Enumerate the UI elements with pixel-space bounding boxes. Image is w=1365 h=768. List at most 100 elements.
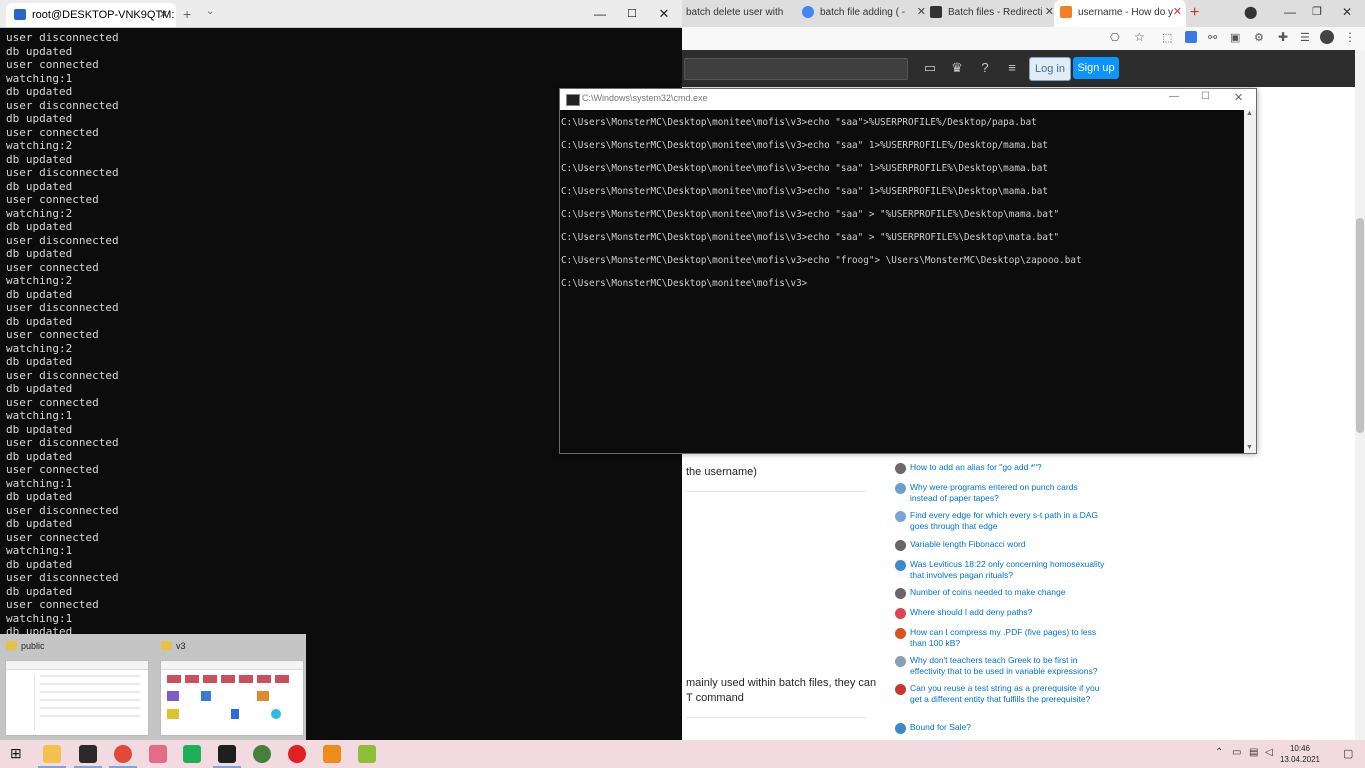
answer-text: the username) — [686, 466, 757, 478]
close-tab-icon[interactable]: ✕ — [917, 0, 926, 25]
menu-icon[interactable]: ⋮ — [1344, 30, 1356, 44]
close-window-icon[interactable]: ✕ — [1342, 0, 1352, 25]
tab-label: Batch files - Redirecti — [948, 7, 1043, 18]
login-button[interactable]: Log in — [1029, 57, 1071, 81]
terminal-line: watching:2 — [6, 206, 73, 220]
system-clock[interactable]: 10:46 13.04.2021 — [1279, 743, 1321, 765]
folder-icon — [161, 641, 172, 650]
battery-icon[interactable]: ▭ — [1232, 747, 1241, 758]
terminal-line: db updated — [6, 314, 73, 328]
related-question-link[interactable]: Find every edge for which every s-t path… — [895, 510, 1105, 532]
new-tab-icon[interactable]: + — [183, 6, 191, 22]
cmd-scrollbar[interactable]: ▲ ▼ — [1244, 110, 1256, 453]
terminal-lines: user disconnected db updated user connecte… — [6, 31, 119, 639]
terminal-line: db updated — [6, 112, 73, 125]
scroll-down-icon[interactable]: ▼ — [1246, 444, 1253, 451]
minimize-icon[interactable]: — — [593, 7, 607, 21]
question-title: How to add an alias for "go add *"? — [910, 462, 1042, 472]
question-title: Was Leviticus 18:22 only concerning homo… — [910, 559, 1105, 580]
help-icon[interactable]: ? — [977, 61, 993, 75]
browser-tab[interactable]: Batch files - Redirecti ✕ — [926, 0, 1058, 25]
inbox-icon[interactable]: ▭ — [922, 61, 938, 75]
cmd-window[interactable]: C:\Windows\system32\cmd.exe — ☐ ✕ C:\Use… — [559, 88, 1257, 454]
folder-icon — [6, 641, 17, 650]
extension-icon[interactable]: ⬚ — [1162, 31, 1172, 44]
cmd-line: C:\Users\MonsterMC\Desktop\monitee\mofis… — [561, 232, 1060, 243]
tab-label: username - How do y — [1078, 7, 1174, 18]
puzzle-icon[interactable]: ✚ — [1278, 30, 1288, 44]
signup-button[interactable]: Sign up — [1073, 57, 1119, 79]
terminal-line: user disconnected — [6, 233, 119, 247]
reading-list-icon[interactable]: ☰ — [1300, 31, 1310, 44]
question-title: Why were programs entered on punch cards… — [910, 482, 1078, 503]
taskbar — [0, 740, 1365, 768]
minimize-icon[interactable]: — — [1169, 91, 1179, 102]
chrome-icon[interactable] — [114, 745, 132, 763]
site-icon — [895, 684, 906, 695]
scrollbar-thumb[interactable] — [1356, 218, 1364, 433]
close-icon[interactable]: ✕ — [1234, 91, 1243, 104]
windows-start-icon[interactable]: ⊞ — [10, 745, 22, 762]
related-question-link[interactable]: Why don't teachers teach Greek to be fir… — [895, 655, 1105, 677]
minimize-icon[interactable]: — — [1284, 0, 1296, 25]
clock-time: 10:46 — [1289, 744, 1311, 753]
close-tab-icon[interactable]: ✕ — [159, 3, 168, 27]
browser-tab[interactable]: batch delete user with — [686, 0, 796, 25]
maximize-icon[interactable]: ❐ — [1312, 0, 1322, 25]
window-thumbnail-public[interactable]: public — [0, 634, 150, 740]
extension-badge-icon[interactable] — [1185, 31, 1197, 43]
terminal-tab[interactable]: root@DESKTOP-VNK9QTM: /ho ✕ — [6, 3, 176, 45]
tab-search-icon[interactable]: ⬤ — [1244, 0, 1257, 25]
extension-icon[interactable]: ▣ — [1230, 31, 1240, 44]
network-icon[interactable]: ▤ — [1249, 747, 1258, 758]
chevron-up-icon[interactable]: ⌃ — [1215, 747, 1223, 758]
related-question-link[interactable]: How can I compress my .PDF (five pages) … — [895, 627, 1105, 649]
app-icon[interactable] — [288, 745, 306, 763]
close-tab-icon[interactable]: ✕ — [1173, 0, 1182, 25]
window-thumbnail-v3[interactable]: v3 — [155, 634, 305, 740]
notepad-icon[interactable] — [358, 745, 376, 763]
thumbnail-label: public — [21, 641, 45, 651]
site-switcher-icon[interactable]: ≡ — [1004, 61, 1020, 75]
scroll-up-icon[interactable]: ▲ — [1246, 110, 1253, 117]
nodejs-icon[interactable] — [253, 745, 271, 763]
notifications-icon[interactable]: ▢ — [1343, 747, 1353, 760]
thumbnail-preview — [160, 660, 304, 736]
search-input[interactable] — [684, 58, 908, 80]
extension-icon[interactable]: ⚯ — [1208, 31, 1217, 44]
related-question-link[interactable]: Can you reuse a test string as a prerequ… — [895, 683, 1105, 716]
close-icon[interactable]: ✕ — [657, 7, 671, 21]
new-tab-button[interactable]: + — [1190, 0, 1206, 25]
translate-icon[interactable]: ⎔ — [1110, 31, 1120, 44]
maximize-icon[interactable]: ☐ — [1201, 91, 1210, 102]
terminal-titlebar: root@DESKTOP-VNK9QTM: /ho ✕ + ⌄ — ☐ ✕ — [0, 0, 682, 45]
question-title: Find every edge for which every s-t path… — [910, 510, 1099, 531]
sublime-text-icon[interactable] — [323, 745, 341, 763]
profile-avatar[interactable] — [1320, 30, 1334, 44]
volume-icon[interactable]: ◁ — [1265, 747, 1273, 758]
related-question-link[interactable]: Was Leviticus 18:22 only concerning homo… — [895, 559, 1105, 581]
terminal-line: watching:1 — [6, 544, 73, 557]
app-icon[interactable] — [183, 745, 201, 763]
achievements-icon[interactable]: ♛ — [949, 61, 965, 75]
question-title: How can I compress my .PDF (five pages) … — [910, 627, 1097, 648]
browser-toolbar: ⎔ ☆ ⬚ ⚯ ▣ ⚙ ✚ ☰ ⋮ — [682, 27, 1365, 51]
terminal-taskbar-icon[interactable] — [79, 745, 97, 763]
close-tab-icon[interactable]: ✕ — [1045, 0, 1054, 25]
cmd-line: C:\Users\MonsterMC\Desktop\monitee\mofis… — [561, 140, 1048, 151]
chevron-down-icon[interactable]: ⌄ — [206, 6, 214, 17]
divider — [686, 491, 866, 492]
browser-tab-strip: batch delete user with batch file adding… — [682, 0, 1365, 27]
browser-tab-active[interactable]: username - How do y ✕ — [1054, 0, 1186, 27]
terminal-line: user connected — [6, 598, 99, 611]
browser-tab[interactable]: batch file adding ( - ✕ — [796, 0, 930, 25]
extension-icon[interactable]: ⚙ — [1254, 31, 1264, 44]
terminal-line: user connected — [6, 58, 99, 71]
related-question-link[interactable]: Why were programs entered on punch cards… — [895, 482, 1105, 504]
bookmark-star-icon[interactable]: ☆ — [1134, 30, 1145, 44]
question-title: Number of coins needed to make change — [910, 587, 1066, 597]
maximize-icon[interactable]: ☐ — [625, 7, 639, 21]
cmd-taskbar-icon[interactable] — [218, 745, 236, 763]
file-explorer-icon[interactable] — [43, 745, 61, 763]
app-icon[interactable] — [149, 745, 167, 763]
